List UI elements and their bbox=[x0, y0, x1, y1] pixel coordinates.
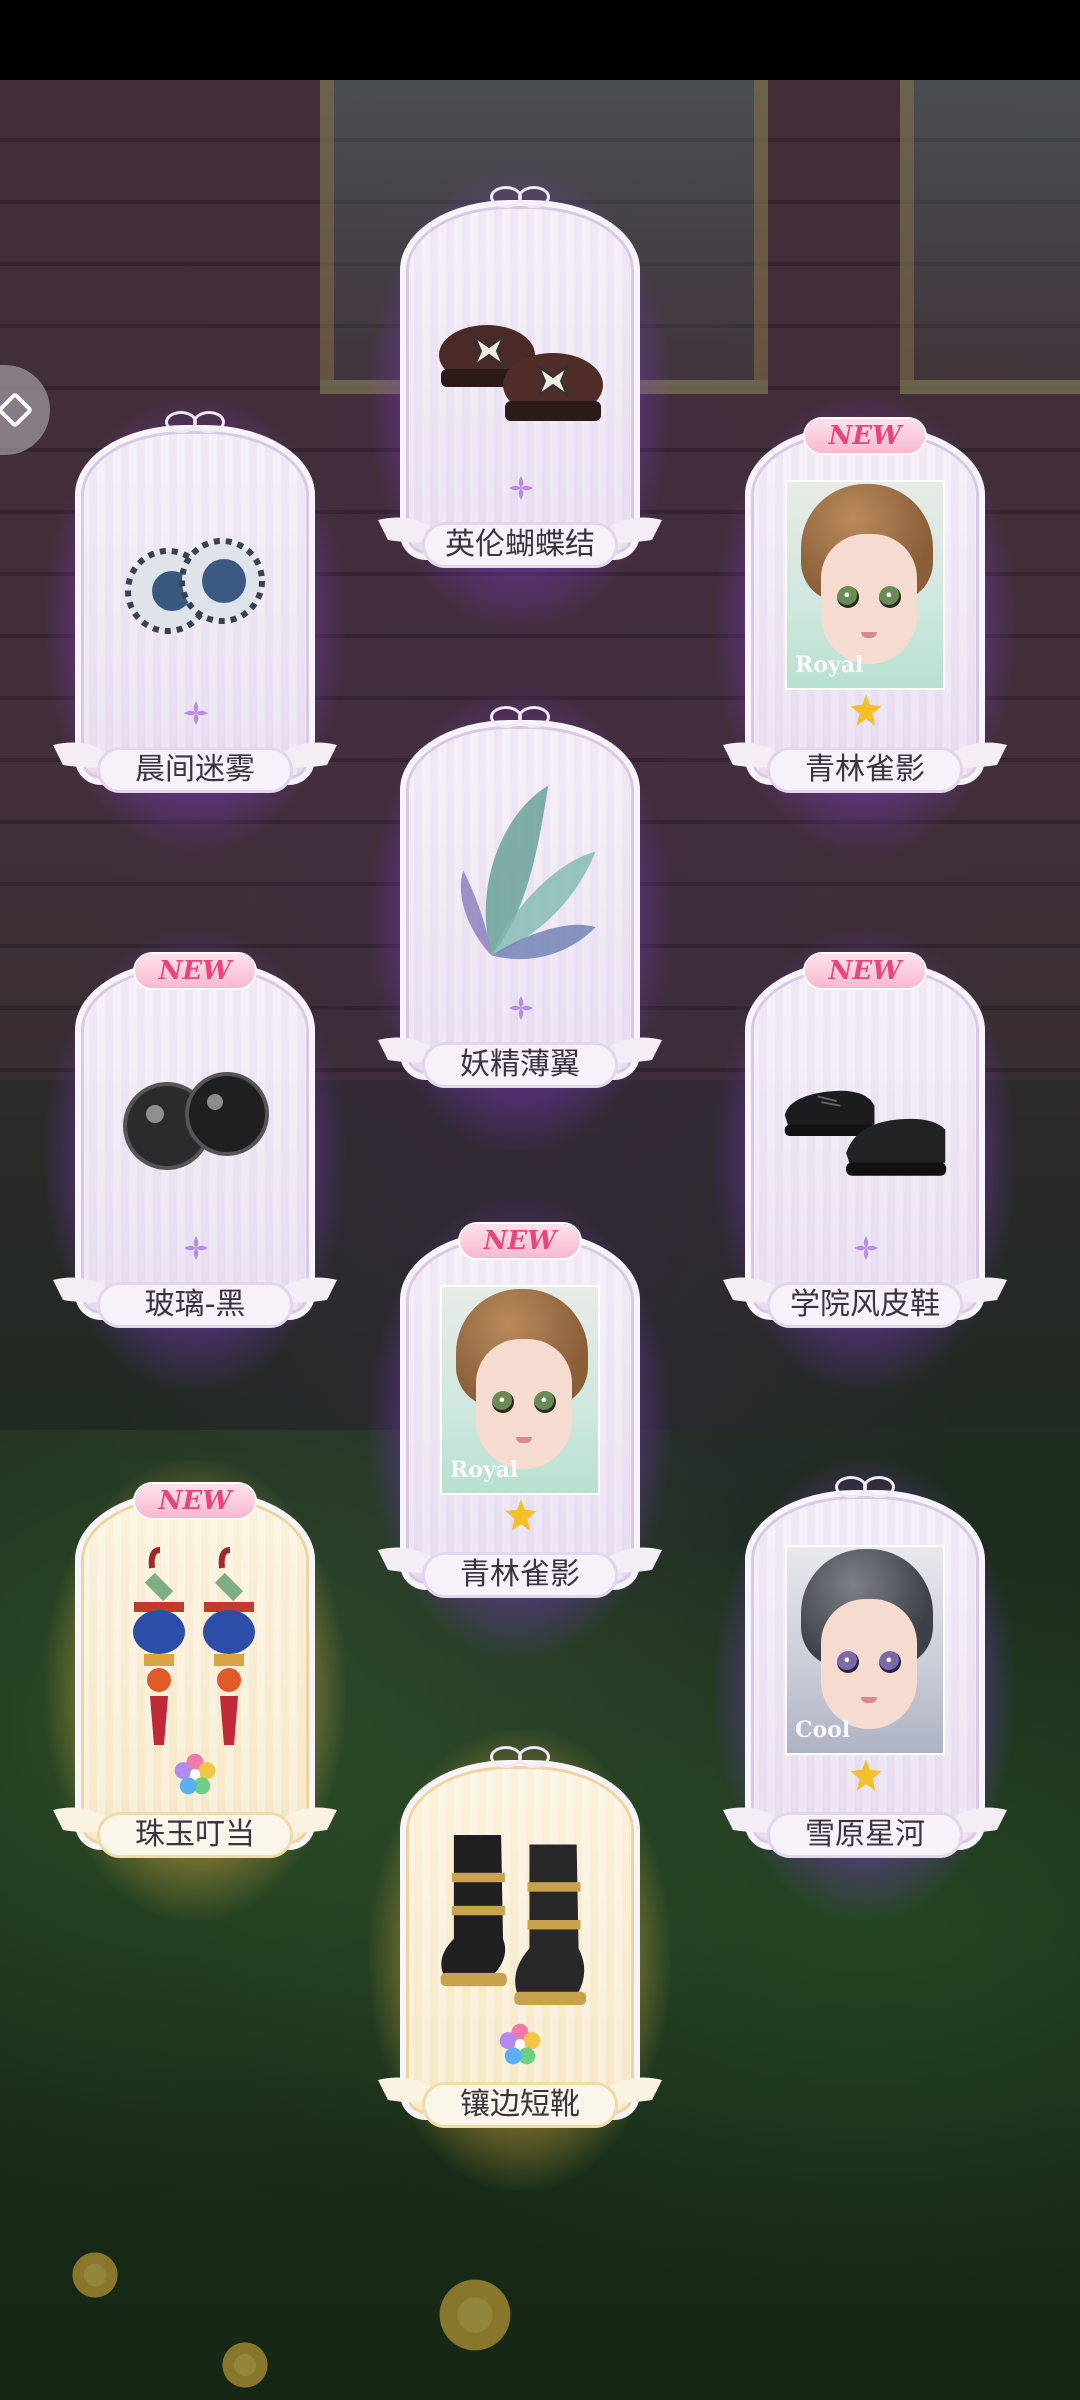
bow-loafers-icon bbox=[435, 255, 605, 465]
new-badge: NEW bbox=[805, 419, 925, 453]
background-window-right bbox=[900, 80, 1080, 394]
gold-star-rarity-icon bbox=[849, 1758, 883, 1792]
black-boots-icon bbox=[435, 1815, 605, 2025]
gacha-results-scene: 英伦蝴蝶结 晨间迷雾 NEW Royal 青林雀影 妖精薄翼 NEW 玻璃-黑 … bbox=[0, 80, 1080, 2400]
chevron-right-icon bbox=[0, 391, 34, 429]
card-name-label: 青林雀影 bbox=[767, 747, 963, 793]
card-name-label: 珠玉叮当 bbox=[97, 1812, 293, 1858]
purple-flower-rarity-icon bbox=[508, 995, 534, 1021]
bow-ornament bbox=[835, 1474, 895, 1498]
fairy-wings-icon bbox=[435, 775, 605, 985]
reward-card[interactable]: 晨间迷雾 bbox=[45, 395, 345, 855]
face-portrait: Cool bbox=[780, 1545, 950, 1755]
reward-card[interactable]: NEW Royal 青林雀影 bbox=[715, 395, 1015, 855]
new-badge: NEW bbox=[135, 954, 255, 988]
card-name-label: 雪原星河 bbox=[767, 1812, 963, 1858]
style-tag: Royal bbox=[795, 652, 864, 678]
gold-star-rarity-icon bbox=[504, 1498, 538, 1532]
face-portrait: Royal bbox=[435, 1285, 605, 1495]
card-name-label: 镶边短靴 bbox=[422, 2082, 618, 2128]
flower-decoration bbox=[60, 2240, 130, 2310]
card-name-label: 晨间迷雾 bbox=[97, 747, 293, 793]
reward-card[interactable]: NEW 学院风皮鞋 bbox=[715, 930, 1015, 1390]
reward-card[interactable]: Cool 雪原星河 bbox=[715, 1460, 1015, 1920]
bow-ornament bbox=[490, 1744, 550, 1768]
new-badge: NEW bbox=[135, 1484, 255, 1518]
reward-card[interactable]: 镶边短靴 bbox=[370, 1730, 670, 2190]
cat-earrings-icon bbox=[110, 1545, 280, 1755]
black-oxfords-icon bbox=[780, 1015, 950, 1225]
gold-star-rarity-icon bbox=[849, 693, 883, 727]
flower-decoration bbox=[420, 2260, 530, 2370]
reward-card[interactable]: 妖精薄翼 bbox=[370, 690, 670, 1150]
card-name-label: 青林雀影 bbox=[422, 1552, 618, 1598]
card-name-label: 妖精薄翼 bbox=[422, 1042, 618, 1088]
flower-decoration bbox=[210, 2330, 280, 2400]
purple-flower-rarity-icon bbox=[853, 1235, 879, 1261]
card-name-label: 英伦蝴蝶结 bbox=[422, 522, 618, 568]
black-eyes-icon bbox=[110, 1015, 280, 1225]
bow-ornament bbox=[165, 409, 225, 433]
purple-flower-rarity-icon bbox=[508, 475, 534, 501]
face-portrait: Royal bbox=[780, 480, 950, 690]
bow-ornament bbox=[490, 184, 550, 208]
reward-card[interactable]: NEW Royal 青林雀影 bbox=[370, 1200, 670, 1660]
side-expand-button[interactable] bbox=[0, 365, 50, 455]
bow-ornament bbox=[490, 704, 550, 728]
card-name-label: 学院风皮鞋 bbox=[767, 1282, 963, 1328]
status-bar bbox=[0, 0, 1080, 80]
new-badge: NEW bbox=[805, 954, 925, 988]
reward-card[interactable]: 英伦蝴蝶结 bbox=[370, 170, 670, 630]
striped-eyes-icon bbox=[110, 480, 280, 690]
purple-flower-rarity-icon bbox=[183, 700, 209, 726]
style-tag: Cool bbox=[795, 1717, 851, 1743]
purple-flower-rarity-icon bbox=[183, 1235, 209, 1261]
card-name-label: 玻璃-黑 bbox=[97, 1282, 293, 1328]
style-tag: Royal bbox=[450, 1457, 519, 1483]
reward-card[interactable]: NEW 玻璃-黑 bbox=[45, 930, 345, 1390]
new-badge: NEW bbox=[460, 1224, 580, 1258]
reward-card[interactable]: NEW 珠玉叮当 bbox=[45, 1460, 345, 1920]
